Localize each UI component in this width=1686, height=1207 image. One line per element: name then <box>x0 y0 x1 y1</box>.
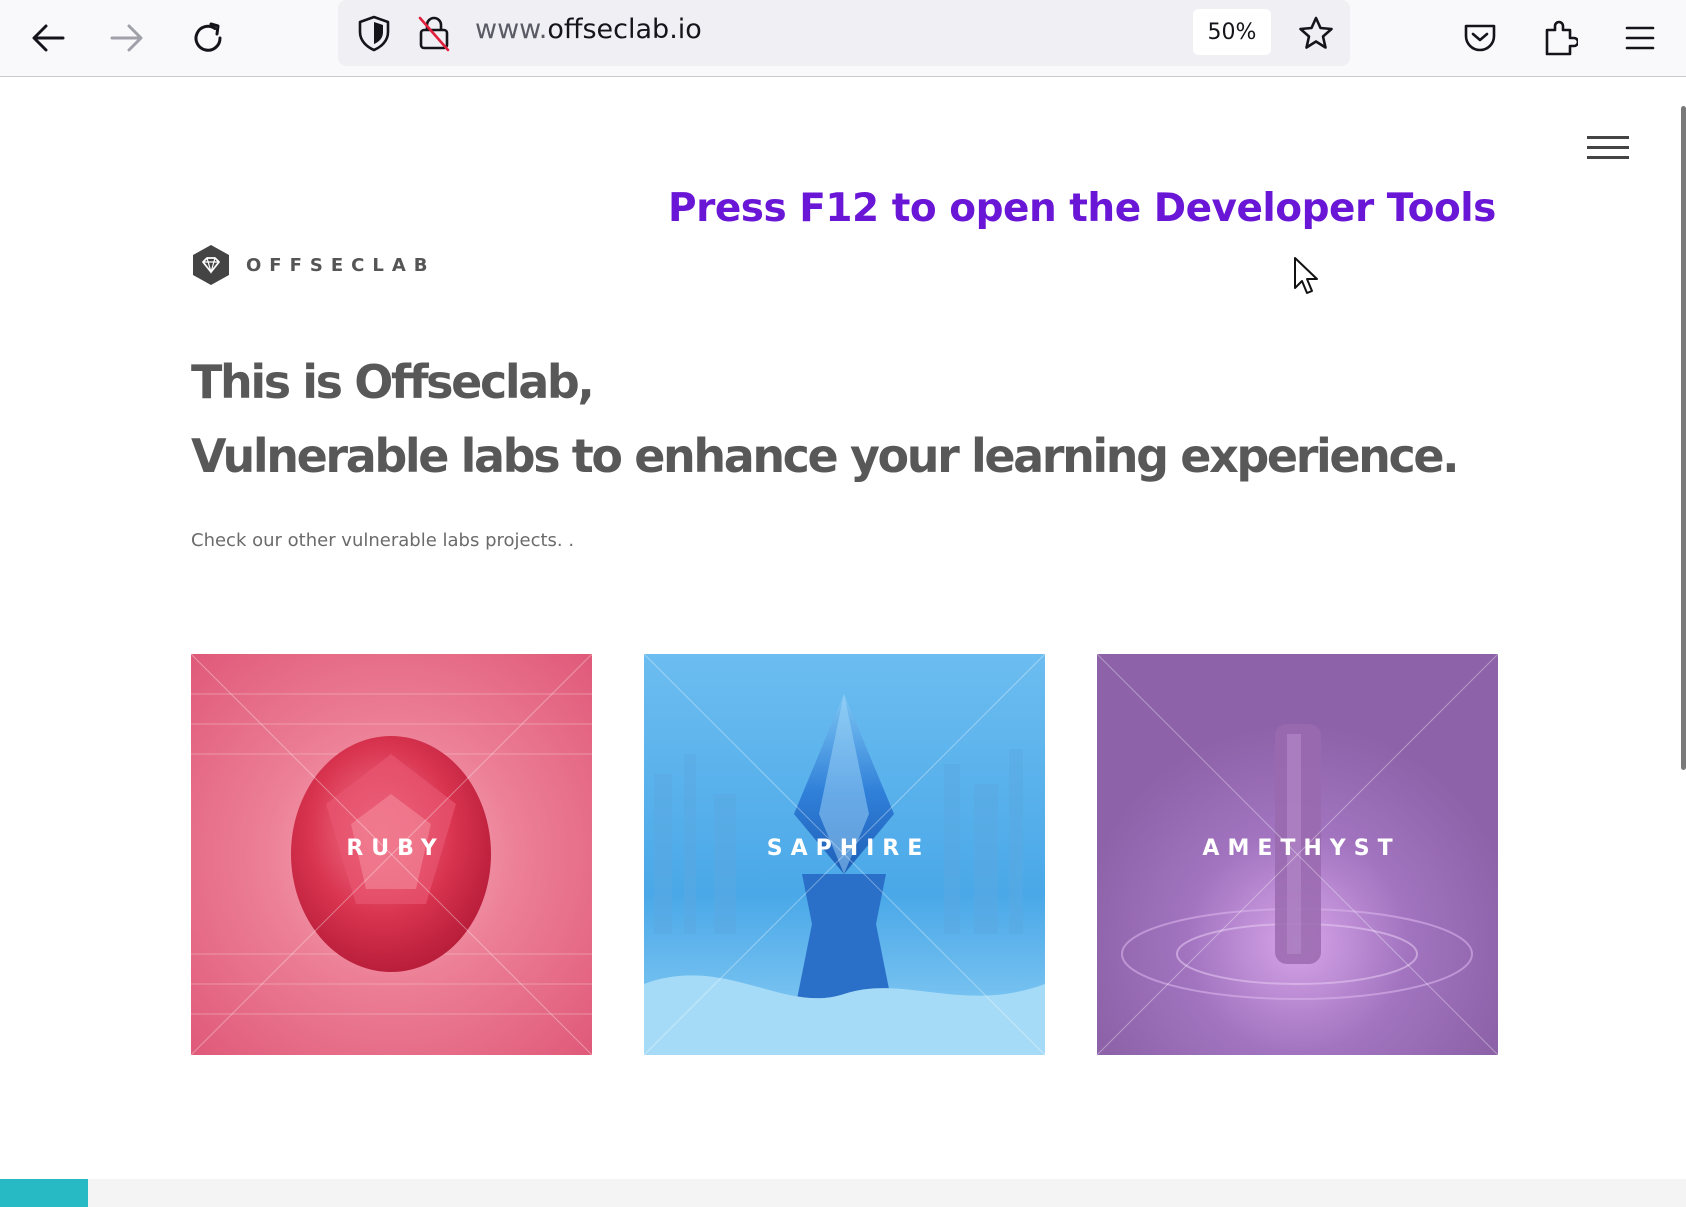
zoom-level-badge[interactable]: 50% <box>1193 9 1271 55</box>
lock-slash-icon <box>418 16 450 52</box>
hero-subtitle: Check our other vulnerable labs projects… <box>191 530 575 551</box>
footer-accent-bar <box>0 1179 88 1207</box>
site-menu-button[interactable] <box>1587 134 1633 164</box>
back-button[interactable] <box>22 12 74 64</box>
hero-line-1: This is Offseclab, <box>191 355 595 409</box>
bookmark-button[interactable] <box>1295 12 1337 54</box>
back-arrow-icon <box>32 24 65 52</box>
web-page: Press F12 to open the Developer Tools OF… <box>0 78 1686 1207</box>
app-menu-button[interactable] <box>1614 12 1666 64</box>
project-card-amethyst[interactable]: AMETHYST <box>1097 654 1498 1055</box>
forward-button[interactable] <box>101 12 153 64</box>
menu-line <box>1587 146 1629 149</box>
browser-toolbar: www.offseclab.io 50% <box>0 0 1686 77</box>
extensions-button[interactable] <box>1534 12 1586 64</box>
project-card-ruby[interactable]: RUBY <box>191 654 592 1055</box>
project-label-saphire: SAPHIRE <box>766 836 931 861</box>
project-card-saphire[interactable]: SAPHIRE <box>644 654 1045 1055</box>
menu-line <box>1587 156 1629 159</box>
shield-icon <box>358 15 390 52</box>
hamburger-menu-icon <box>1625 26 1655 50</box>
site-logo[interactable]: OFFSECLAB <box>192 244 435 286</box>
page-scrollbar[interactable] <box>1681 106 1686 770</box>
star-icon <box>1299 16 1333 49</box>
mouse-cursor-icon <box>1294 257 1318 294</box>
forward-arrow-icon <box>110 24 143 52</box>
url-bar[interactable]: www.offseclab.io 50% <box>338 0 1350 66</box>
pocket-button[interactable] <box>1454 12 1506 64</box>
tracking-protection-button[interactable] <box>353 12 395 54</box>
pocket-icon <box>1464 24 1496 52</box>
reload-button[interactable] <box>182 12 234 64</box>
devtools-hint-banner: Press F12 to open the Developer Tools <box>668 186 1496 231</box>
project-label-amethyst: AMETHYST <box>1202 836 1401 861</box>
project-label-ruby: RUBY <box>346 836 445 861</box>
logo-text: OFFSECLAB <box>246 254 436 276</box>
puzzle-icon <box>1545 20 1578 56</box>
hero-line-2: Vulnerable labs to enhance your learning… <box>191 429 1460 483</box>
url-text[interactable]: www.offseclab.io <box>475 14 702 45</box>
hero-heading: This is Offseclab, Vulnerable labs to en… <box>191 345 1491 493</box>
diamond-hexagon-icon <box>193 245 229 285</box>
footer-strip <box>0 1179 1686 1207</box>
reload-icon <box>194 22 222 52</box>
site-info-button[interactable] <box>413 12 455 54</box>
menu-line <box>1587 136 1629 139</box>
